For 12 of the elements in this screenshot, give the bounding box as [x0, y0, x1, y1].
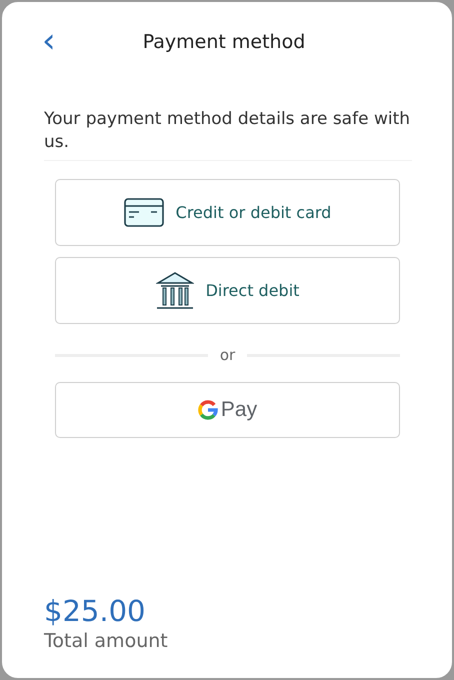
security-notice: Your payment method details are safe with us. [44, 108, 412, 161]
credit-card-icon [124, 198, 164, 227]
back-button[interactable]: ‹ [38, 24, 60, 58]
payment-method-button[interactable]: Credit or debit card [55, 179, 400, 246]
google-pay-button[interactable]: Pay [55, 382, 400, 438]
total-label: Total amount [44, 630, 169, 652]
bank-icon [156, 272, 194, 310]
payment-method-button[interactable]: Direct debit [55, 257, 400, 324]
page-title: Payment method [142, 31, 306, 53]
or-separator-text: or [220, 346, 236, 364]
total-amount: $25.00 [44, 594, 146, 628]
google-logo-icon [198, 400, 218, 420]
